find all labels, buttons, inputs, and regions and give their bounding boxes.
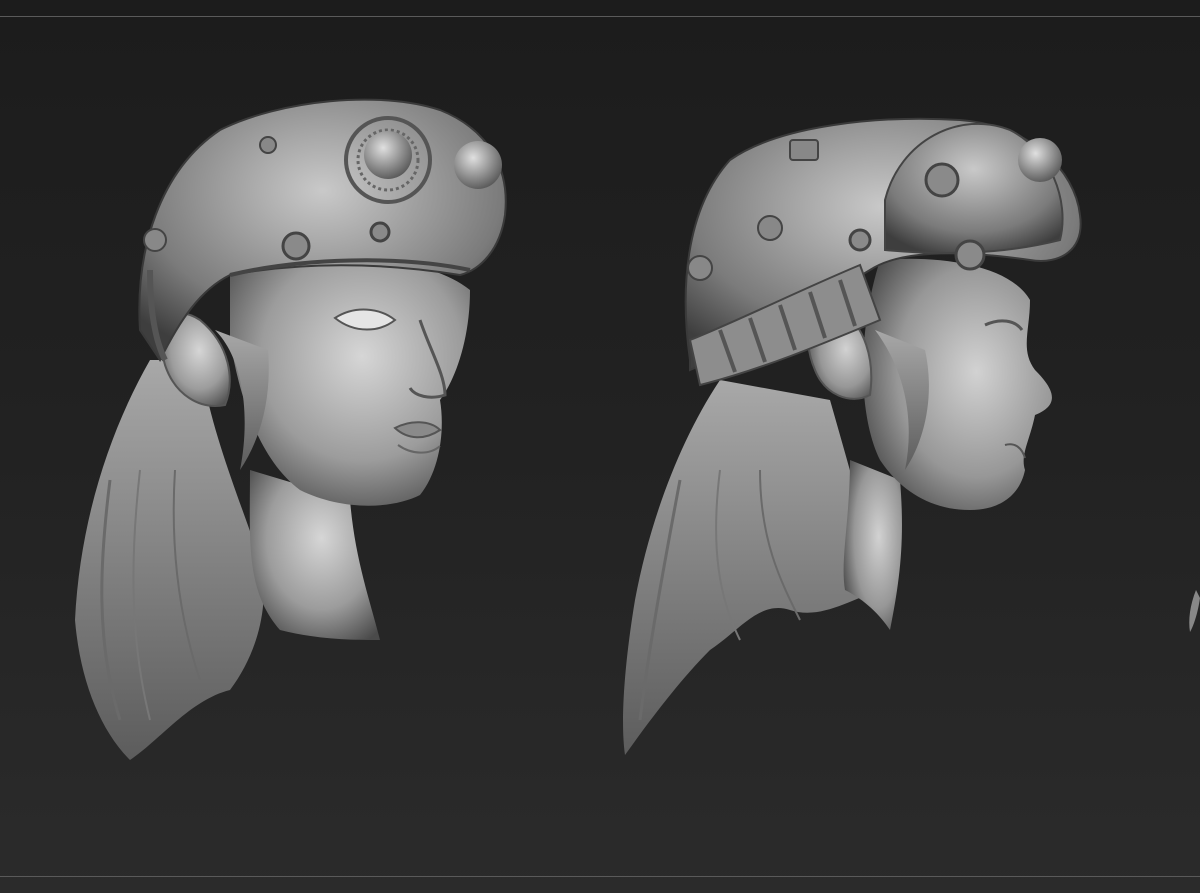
partial-third-view [1189,590,1200,632]
sculpt-render [75,98,1200,760]
sculpt-viewport [0,0,1200,893]
side-profile-head [623,117,1082,755]
helmet-dome-right [1018,138,1062,182]
helmet-dome-left [364,131,412,179]
three-quarter-head [75,98,507,760]
face-right [863,258,1052,510]
hair-right [623,380,880,755]
bottom-divider [0,876,1200,877]
neck-right [843,460,902,630]
